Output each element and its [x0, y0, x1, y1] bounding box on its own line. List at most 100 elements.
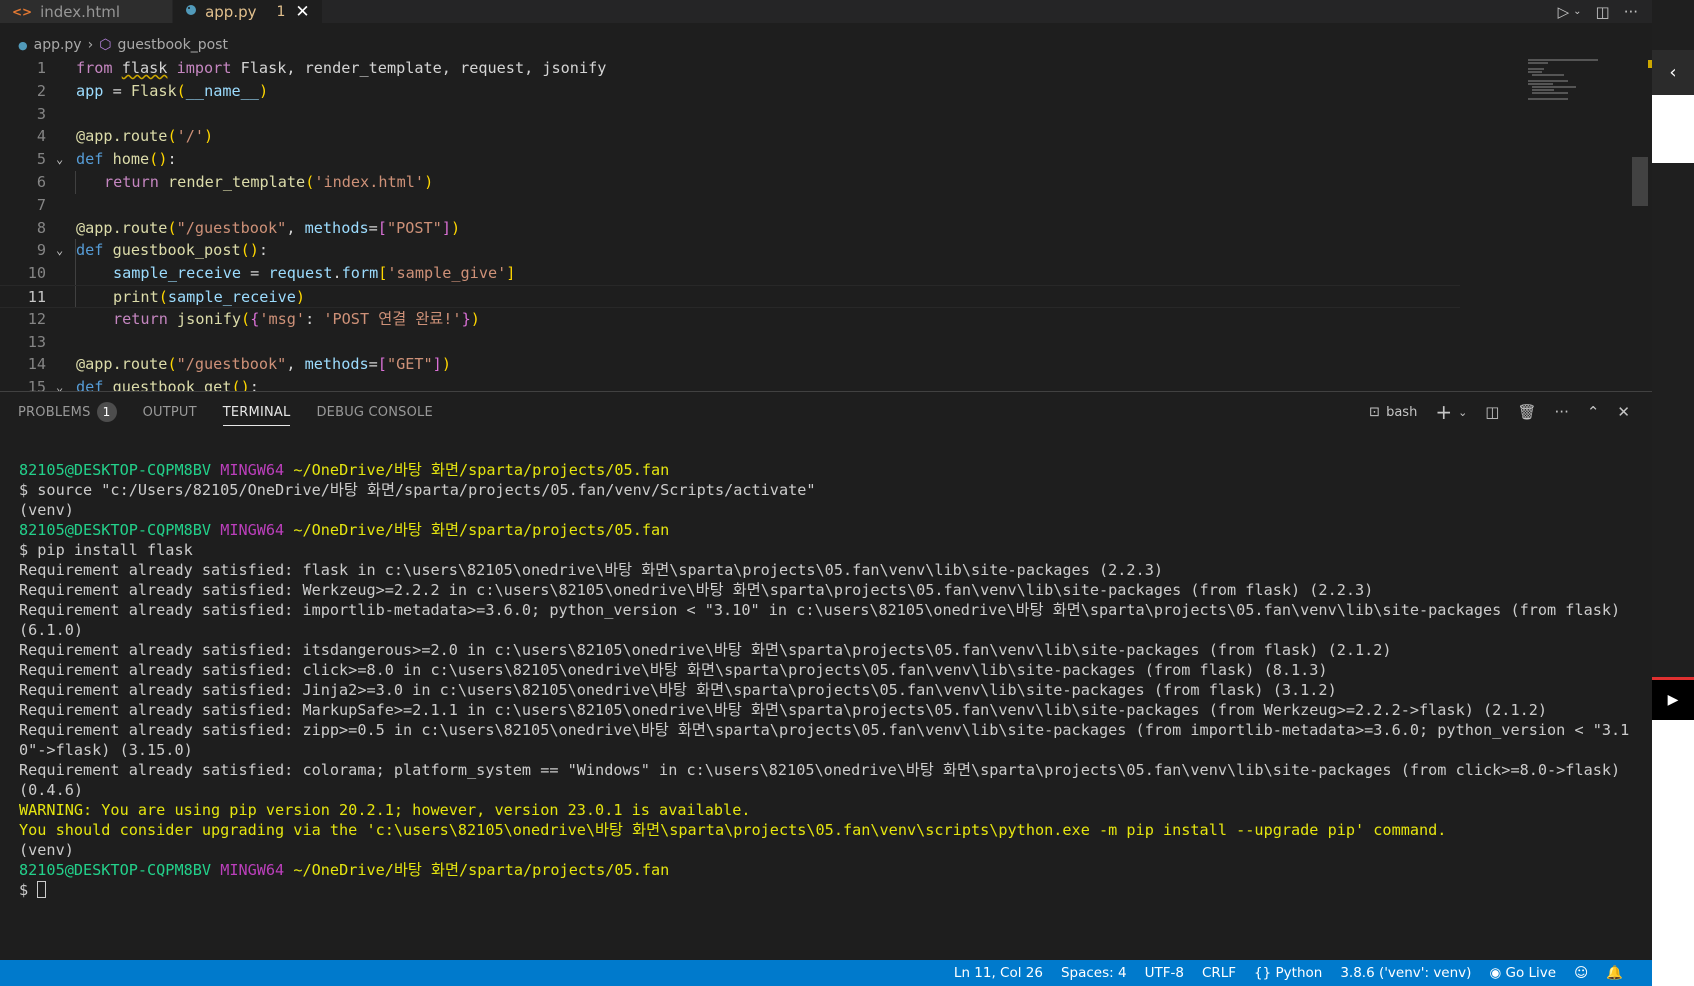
line-number: 11: [27, 288, 46, 306]
terminal-line: (0.4.6): [19, 781, 84, 799]
more-actions-icon[interactable]: ···: [1624, 3, 1638, 21]
line-number: 10: [27, 264, 46, 283]
chevron-right-icon: ›: [87, 37, 94, 53]
trash-icon[interactable]: 🗑: [1517, 403, 1536, 421]
go-live-button[interactable]: ◉ Go Live: [1480, 965, 1565, 981]
html-file-icon: <>: [12, 4, 33, 19]
code-line: print(sample_receive): [113, 288, 306, 306]
close-panel-icon[interactable]: ✕: [1617, 403, 1630, 421]
run-icon[interactable]: ▷: [1558, 3, 1570, 21]
tab-problems[interactable]: PROBLEMS 1: [18, 402, 117, 422]
tab-debug-console[interactable]: DEBUG CONSOLE: [316, 405, 432, 420]
terminal-line: (venv): [19, 501, 74, 519]
tab-label: index.html: [40, 2, 121, 21]
line-number: 6: [36, 173, 46, 191]
terminal-line: Requirement already satisfied: Werkzeug>…: [19, 581, 1374, 599]
code-editor[interactable]: 1 from flask import Flask, render_templat…: [0, 57, 1510, 391]
indent-guide: [75, 171, 76, 194]
terminal-line: Requirement already satisfied: colorama;…: [19, 761, 1621, 779]
maximize-panel-icon[interactable]: ⌃: [1587, 403, 1600, 421]
editor-tab-bar: <> index.html app.py 1 ✕: [0, 0, 1652, 23]
fold-chevron-icon[interactable]: ⌄: [56, 148, 63, 171]
terminal-prompt: 82105@DESKTOP-CQPM8BV MINGW64 ~/OneDrive…: [19, 461, 670, 479]
problem-count: 1: [276, 3, 286, 20]
terminal-line: 0"->flask) (3.15.0): [19, 741, 193, 759]
tab-app-py[interactable]: app.py 1 ✕: [173, 0, 323, 23]
fold-chevron-icon[interactable]: ⌄: [56, 239, 63, 262]
terminal-output[interactable]: 82105@DESKTOP-CQPM8BV MINGW64 ~/OneDrive…: [19, 460, 1639, 900]
terminal-line: Requirement already satisfied: zipp>=0.5…: [19, 721, 1630, 739]
line-number: 12: [27, 309, 46, 328]
status-bar: Ln 11, Col 26 Spaces: 4 UTF-8 CRLF {} Py…: [0, 960, 1652, 986]
code-line: return jsonify({'msg': 'POST 연결 완료!'}): [113, 309, 480, 328]
line-number: 13: [27, 332, 46, 351]
code-line: from flask import Flask, render_template…: [76, 59, 607, 77]
chevron-down-icon[interactable]: ⌄: [1573, 6, 1581, 17]
breadcrumb-file[interactable]: app.py: [34, 37, 82, 53]
code-line: @app.route("/guestbook", methods=["GET"]…: [76, 355, 451, 374]
encoding[interactable]: UTF-8: [1136, 965, 1193, 981]
bell-icon[interactable]: 🔔: [1597, 965, 1632, 981]
play-icon[interactable]: ▶: [1652, 680, 1694, 720]
language-mode[interactable]: {} Python: [1245, 965, 1331, 981]
terminal-line: Requirement already satisfied: itsdanger…: [19, 641, 1392, 659]
terminal-line: $ source "c:/Users/82105/OneDrive/바탕 화면/…: [19, 481, 816, 499]
code-line: app = Flask(__name__): [76, 81, 269, 100]
split-terminal-icon[interactable]: ◫: [1485, 403, 1499, 421]
cursor-position[interactable]: Ln 11, Col 26: [945, 965, 1052, 981]
line-number: 3: [36, 104, 46, 123]
editor-actions: ▷ ⌄ ◫ ···: [1558, 0, 1652, 23]
feedback-icon[interactable]: ☺: [1565, 965, 1597, 981]
tab-index-html[interactable]: <> index.html: [0, 0, 174, 23]
end-of-line[interactable]: CRLF: [1193, 965, 1245, 981]
chevron-left-icon[interactable]: ‹: [1652, 50, 1694, 95]
code-line: return render_template('index.html'): [104, 173, 434, 191]
code-line: def home():: [76, 150, 177, 169]
minimap[interactable]: [1528, 57, 1648, 103]
line-number: 14: [27, 355, 46, 374]
terminal-input-line[interactable]: $: [19, 880, 1639, 900]
tab-terminal[interactable]: TERMINAL: [222, 405, 291, 426]
new-terminal-icon[interactable]: +: [1435, 400, 1452, 424]
terminal-warning: WARNING: You are using pip version 20.2.…: [19, 801, 751, 819]
panel-tab-bar: PROBLEMS 1 OUTPUT TERMINAL DEBUG CONSOLE: [18, 392, 433, 432]
line-number: 9: [36, 241, 46, 260]
terminal-line: (6.1.0): [19, 621, 84, 639]
terminal-line: Requirement already satisfied: Jinja2>=3…: [19, 681, 1337, 699]
bottom-panel: PROBLEMS 1 OUTPUT TERMINAL DEBUG CONSOLE …: [0, 391, 1652, 960]
line-number: 1: [36, 59, 46, 77]
line-number: 4: [36, 127, 46, 146]
breadcrumb-symbol[interactable]: guestbook_post: [117, 37, 228, 53]
shell-name[interactable]: bash: [1386, 405, 1417, 420]
terminal-line: (venv): [19, 841, 74, 859]
indentation[interactable]: Spaces: 4: [1052, 965, 1136, 981]
terminal-icon: ⊡: [1369, 404, 1381, 420]
split-editor-icon[interactable]: ◫: [1596, 3, 1610, 21]
line-number: 5: [36, 150, 46, 169]
tab-label: app.py: [205, 2, 257, 21]
problems-badge: 1: [96, 402, 117, 422]
code-line: @app.route('/'): [76, 127, 214, 146]
code-line: sample_receive = request.form['sample_gi…: [113, 264, 516, 283]
breadcrumb: ● app.py › ⬡ guestbook_post: [0, 34, 228, 56]
close-tab-icon[interactable]: ✕: [295, 2, 309, 22]
code-line: def guestbook_post():: [76, 241, 269, 260]
method-icon: ⬡: [99, 37, 112, 53]
line-number: 8: [36, 218, 46, 237]
line-number: 2: [36, 81, 46, 100]
more-actions-icon[interactable]: ···: [1555, 403, 1569, 421]
code-line: def guestbook_get():: [76, 378, 259, 391]
python-interpreter[interactable]: 3.8.6 ('venv': venv): [1331, 965, 1480, 981]
terminal-prompt: 82105@DESKTOP-CQPM8BV MINGW64 ~/OneDrive…: [19, 521, 670, 539]
tab-output[interactable]: OUTPUT: [143, 405, 197, 420]
python-file-icon: [185, 4, 197, 19]
broadcast-icon: ◉: [1489, 965, 1502, 981]
chevron-down-icon[interactable]: ⌄: [1458, 406, 1467, 419]
fold-chevron-icon[interactable]: ⌄: [56, 376, 63, 391]
editor-scrollbar[interactable]: [1632, 157, 1648, 206]
terminal-cursor: [37, 881, 47, 898]
braces-icon: {}: [1254, 965, 1272, 981]
terminal-line: Requirement already satisfied: MarkupSaf…: [19, 701, 1548, 719]
line-number: 15: [27, 378, 46, 391]
terminal-line: $ pip install flask: [19, 541, 193, 559]
